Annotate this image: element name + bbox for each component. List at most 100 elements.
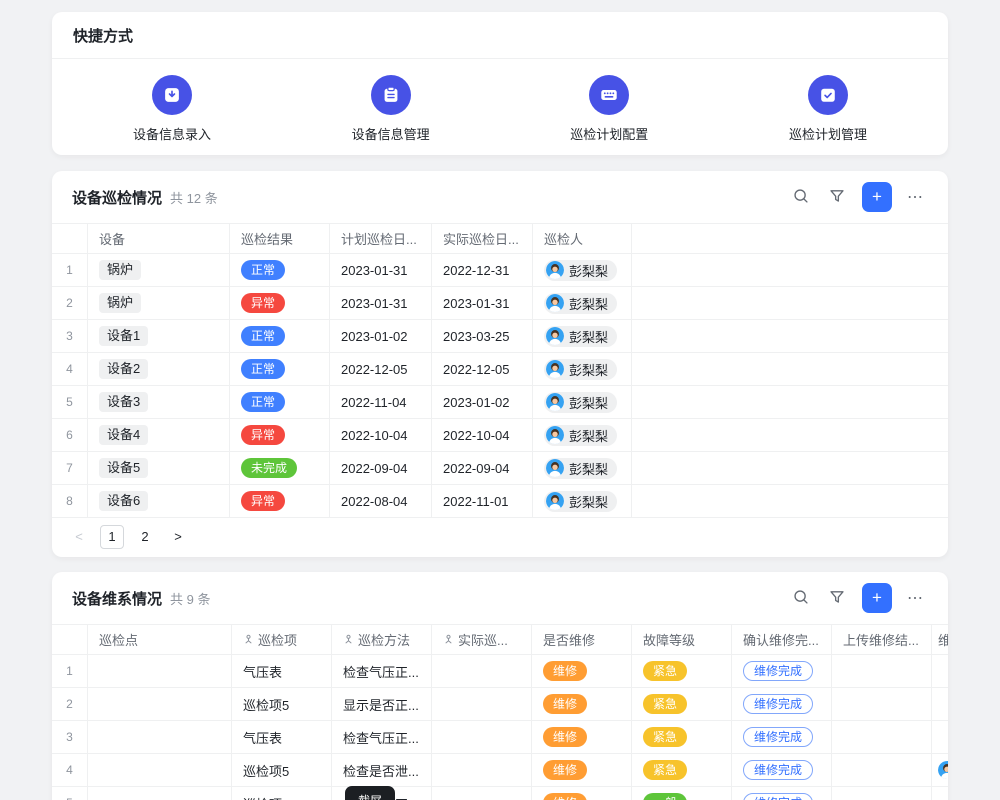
column-header-confirm[interactable]: 确认维修完... <box>732 625 832 654</box>
cell-actual[interactable] <box>432 655 532 687</box>
cell-point[interactable] <box>88 754 232 786</box>
cell-item[interactable]: 气压表 <box>232 721 332 753</box>
cell-person[interactable]: 彭梨梨 <box>533 386 632 418</box>
cell-extra[interactable] <box>932 721 948 753</box>
cell-upload[interactable] <box>832 787 932 800</box>
cell-person[interactable]: 彭梨梨 <box>533 287 632 319</box>
maintenance-more-button[interactable]: ⋯ <box>902 585 928 611</box>
cell-confirm[interactable]: 维修完成 <box>732 787 832 800</box>
next-page-button[interactable]: > <box>166 525 190 549</box>
cell-device[interactable]: 设备4 <box>88 419 230 451</box>
cell-result[interactable]: 正常 <box>230 386 330 418</box>
cell-upload[interactable] <box>832 721 932 753</box>
cell-repair[interactable]: 维修 <box>532 754 632 786</box>
cell-result[interactable]: 异常 <box>230 485 330 517</box>
cell-actual[interactable]: 2022-12-31 <box>432 254 533 286</box>
inspection-more-button[interactable]: ⋯ <box>902 184 928 210</box>
cell-point[interactable] <box>88 721 232 753</box>
cell-level[interactable]: 一般 <box>632 787 732 800</box>
cell-plan[interactable]: 2022-11-04 <box>330 386 432 418</box>
cell-actual[interactable]: 2023-01-31 <box>432 287 533 319</box>
cell-person[interactable]: 彭梨梨 <box>533 485 632 517</box>
prev-page-button[interactable]: < <box>67 525 91 549</box>
cell-actual[interactable]: 2022-10-04 <box>432 419 533 451</box>
column-header-extra[interactable]: 维 <box>932 625 948 654</box>
cell-item[interactable]: 气压表 <box>232 655 332 687</box>
cell-actual[interactable]: 2022-11-01 <box>432 485 533 517</box>
cell-actual[interactable] <box>432 688 532 720</box>
cell-result[interactable]: 正常 <box>230 353 330 385</box>
column-header-upload[interactable]: 上传维修结... <box>832 625 932 654</box>
cell-plan[interactable]: 2022-09-04 <box>330 452 432 484</box>
cell-repair[interactable]: 维修 <box>532 787 632 800</box>
cell-item[interactable]: 巡检项5 <box>232 754 332 786</box>
cell-result[interactable]: 未完成 <box>230 452 330 484</box>
cell-upload[interactable] <box>832 754 932 786</box>
column-header-actual[interactable]: 实际巡... <box>432 625 532 654</box>
maintenance-add-record-button[interactable]: + <box>862 583 892 613</box>
cell-device[interactable]: 设备3 <box>88 386 230 418</box>
cell-repair[interactable]: 维修 <box>532 688 632 720</box>
cell-confirm[interactable]: 维修完成 <box>732 688 832 720</box>
cell-plan[interactable]: 2023-01-02 <box>330 320 432 352</box>
cell-confirm[interactable]: 维修完成 <box>732 754 832 786</box>
cell-extra[interactable] <box>932 754 948 786</box>
cell-person[interactable]: 彭梨梨 <box>533 419 632 451</box>
cell-level[interactable]: 紧急 <box>632 655 732 687</box>
cell-plan[interactable]: 2022-12-05 <box>330 353 432 385</box>
cell-plan[interactable]: 2023-01-31 <box>330 287 432 319</box>
cell-result[interactable]: 异常 <box>230 419 330 451</box>
cell-plan[interactable]: 2022-10-04 <box>330 419 432 451</box>
cell-confirm[interactable]: 维修完成 <box>732 721 832 753</box>
cell-device[interactable]: 设备1 <box>88 320 230 352</box>
cell-result[interactable]: 正常 <box>230 320 330 352</box>
column-header-device[interactable]: 设备 <box>88 224 230 253</box>
column-header-point[interactable]: 巡检点 <box>88 625 232 654</box>
cell-extra[interactable] <box>932 787 948 800</box>
cell-level[interactable]: 紧急 <box>632 688 732 720</box>
cell-actual[interactable] <box>432 721 532 753</box>
column-header-level[interactable]: 故障等级 <box>632 625 732 654</box>
cell-device[interactable]: 设备2 <box>88 353 230 385</box>
cell-point[interactable] <box>88 787 232 800</box>
cell-person[interactable]: 彭梨梨 <box>533 320 632 352</box>
inspection-filter-button[interactable] <box>824 184 850 210</box>
cell-device[interactable]: 设备6 <box>88 485 230 517</box>
cell-level[interactable]: 紧急 <box>632 721 732 753</box>
cell-upload[interactable] <box>832 655 932 687</box>
cell-person[interactable]: 彭梨梨 <box>533 452 632 484</box>
shortcut-device-manage[interactable]: 设备信息管理 <box>331 75 451 143</box>
page-button-1[interactable]: 1 <box>100 525 124 549</box>
cell-item[interactable]: 巡检项5 <box>232 688 332 720</box>
cell-item[interactable]: 巡检项5 <box>232 787 332 800</box>
shortcut-plan-manage[interactable]: 巡检计划管理 <box>768 75 888 143</box>
cell-repair[interactable]: 维修 <box>532 721 632 753</box>
cell-point[interactable] <box>88 655 232 687</box>
cell-method[interactable]: 检查气压正... <box>332 721 432 753</box>
maintenance-filter-button[interactable] <box>824 585 850 611</box>
inspection-add-record-button[interactable]: + <box>862 182 892 212</box>
cell-result[interactable]: 正常 <box>230 254 330 286</box>
cell-actual[interactable]: 2023-03-25 <box>432 320 533 352</box>
cell-extra[interactable] <box>932 688 948 720</box>
column-header-result[interactable]: 巡检结果 <box>230 224 330 253</box>
cell-person[interactable]: 彭梨梨 <box>533 353 632 385</box>
column-header-actual[interactable]: 实际巡检日... <box>432 224 533 253</box>
cell-device[interactable]: 锅炉 <box>88 254 230 286</box>
page-button-2[interactable]: 2 <box>133 525 157 549</box>
cell-level[interactable]: 紧急 <box>632 754 732 786</box>
cell-actual[interactable] <box>432 787 532 800</box>
maintenance-search-button[interactable] <box>788 585 814 611</box>
column-header-item[interactable]: 巡检项 <box>232 625 332 654</box>
cell-upload[interactable] <box>832 688 932 720</box>
cell-person[interactable]: 彭梨梨 <box>533 254 632 286</box>
column-header-repair[interactable]: 是否维修 <box>532 625 632 654</box>
column-header-person[interactable]: 巡检人 <box>533 224 632 253</box>
cell-plan[interactable]: 2023-01-31 <box>330 254 432 286</box>
cell-device[interactable]: 锅炉 <box>88 287 230 319</box>
cell-actual[interactable] <box>432 754 532 786</box>
shortcut-device-entry[interactable]: 设备信息录入 <box>112 75 232 143</box>
cell-repair[interactable]: 维修 <box>532 655 632 687</box>
cell-actual[interactable]: 2022-12-05 <box>432 353 533 385</box>
cell-method[interactable]: 显示是否正... <box>332 688 432 720</box>
